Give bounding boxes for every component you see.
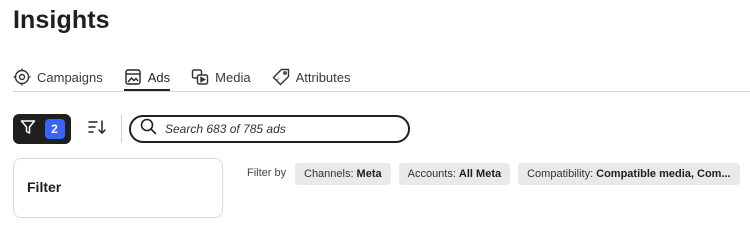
filter-panel-title: Filter xyxy=(27,179,62,195)
filter-count-badge: 2 xyxy=(44,119,65,139)
tab-label: Media xyxy=(215,69,251,85)
target-icon xyxy=(13,68,31,86)
filter-chip-channels[interactable]: Channels: Meta xyxy=(295,163,391,185)
tab-attributes[interactable]: Attributes xyxy=(272,64,351,90)
page-title: Insights xyxy=(13,6,110,34)
chip-value: Compatible media, Com... xyxy=(596,168,731,180)
filter-by-label: Filter by xyxy=(247,167,287,179)
tab-label: Campaigns xyxy=(37,69,103,85)
chip-key: Accounts: xyxy=(407,168,456,180)
tab-ads[interactable]: Ads xyxy=(123,64,171,91)
search-icon xyxy=(140,118,157,140)
filter-chip-accounts[interactable]: Accounts: All Meta xyxy=(398,163,511,185)
chip-value: Meta xyxy=(356,168,382,180)
filter-panel: Filter xyxy=(13,158,223,218)
search-field[interactable] xyxy=(129,115,410,143)
toolbar: 2 xyxy=(13,114,410,144)
media-icon xyxy=(191,68,209,86)
chip-key: Compatibility: xyxy=(527,168,594,180)
filter-chips: Channels: Meta Accounts: All Meta Compat… xyxy=(295,163,740,185)
chip-key: Channels: xyxy=(304,168,354,180)
image-card-icon xyxy=(124,68,142,86)
tab-campaigns[interactable]: Campaigns xyxy=(13,64,103,90)
sort-button[interactable] xyxy=(82,114,112,144)
sort-icon xyxy=(88,119,106,140)
tag-icon xyxy=(272,68,290,86)
chip-value: All Meta xyxy=(458,168,502,180)
tab-media[interactable]: Media xyxy=(191,64,251,90)
search-input[interactable] xyxy=(163,121,397,137)
toolbar-divider xyxy=(121,115,122,143)
filter-chip-compatibility[interactable]: Compatibility: Compatible media, Com... xyxy=(518,163,740,185)
funnel-icon xyxy=(20,119,36,140)
tab-bar: Campaigns Ads Media Attributes xyxy=(13,64,750,92)
filter-button[interactable]: 2 xyxy=(13,114,71,144)
tab-label: Attributes xyxy=(295,69,351,85)
tab-label: Ads xyxy=(147,69,171,85)
